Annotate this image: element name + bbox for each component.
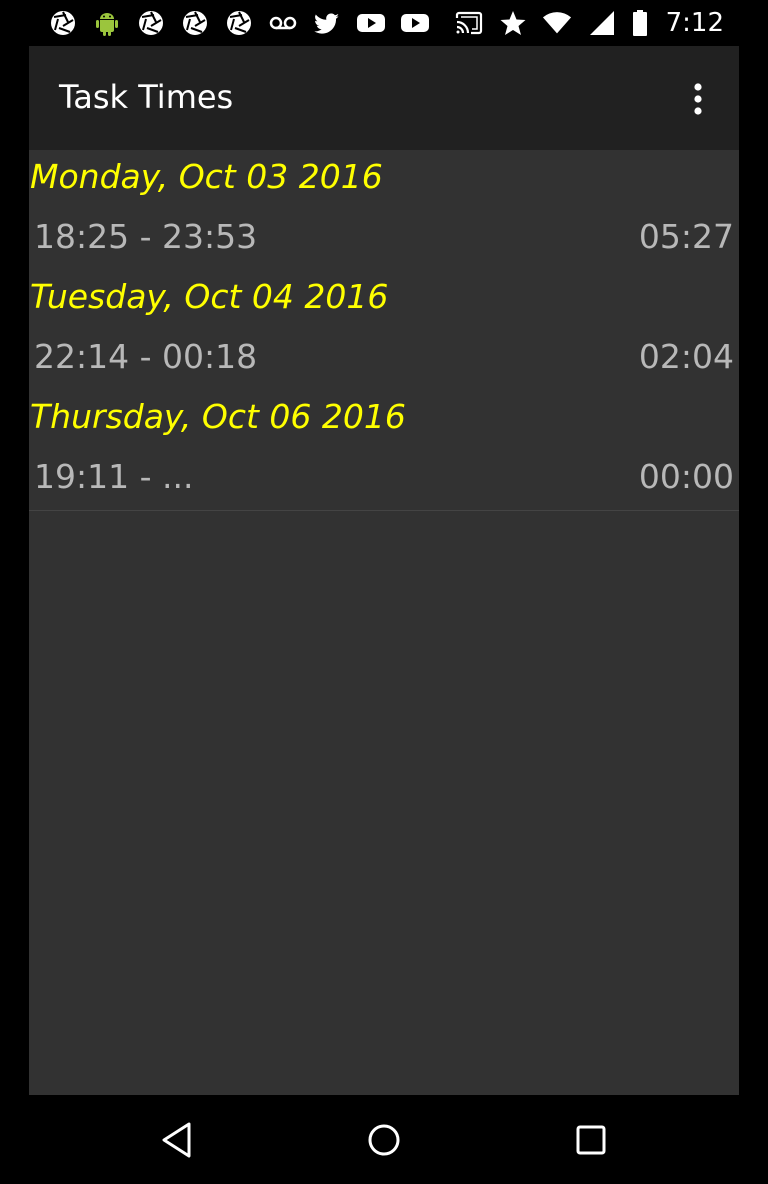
app-toolbar: Task Times <box>29 46 739 150</box>
home-button[interactable] <box>361 1117 407 1163</box>
aperture-icon <box>180 8 210 38</box>
status-clock: 7:12 <box>665 8 724 38</box>
system-nav-bar <box>0 1095 768 1184</box>
app-title: Task Times <box>59 78 234 116</box>
entry-duration: 05:27 <box>638 217 734 256</box>
aperture-icon <box>224 8 254 38</box>
day-header: Monday, Oct 03 2016 <box>30 157 383 196</box>
time-entry-row[interactable]: 19:11 - ... 00:00 <box>29 450 739 510</box>
day-header: Tuesday, Oct 04 2016 <box>30 277 389 316</box>
entry-time-range: 22:14 - 00:18 <box>34 337 258 376</box>
youtube-icon <box>400 8 430 38</box>
recents-button[interactable] <box>568 1117 614 1163</box>
time-entry-row[interactable]: 22:14 - 00:18 02:04 <box>29 330 739 390</box>
aperture-icon <box>48 8 78 38</box>
entry-duration: 00:00 <box>638 457 734 496</box>
task-times-list: Monday, Oct 03 2016 18:25 - 23:53 05:27 … <box>29 150 739 511</box>
day-header: Thursday, Oct 06 2016 <box>30 397 406 436</box>
home-icon <box>368 1124 400 1156</box>
battery-icon <box>630 8 650 38</box>
twitter-icon <box>312 8 342 38</box>
entry-time-range: 19:11 - ... <box>34 457 194 496</box>
aperture-icon <box>136 8 166 38</box>
back-button[interactable] <box>154 1117 200 1163</box>
star-icon <box>498 8 528 38</box>
app-window: Task Times Monday, Oct 03 2016 18:25 - 2… <box>29 46 739 1095</box>
youtube-icon <box>356 8 386 38</box>
time-entry-row[interactable]: 18:25 - 23:53 05:27 <box>29 210 739 270</box>
recents-icon <box>576 1125 606 1155</box>
voicemail-icon <box>268 8 298 38</box>
android-icon <box>92 8 122 38</box>
signal-icon <box>586 8 616 38</box>
cast-icon <box>454 8 484 38</box>
entry-duration: 02:04 <box>638 337 734 376</box>
overflow-menu-button[interactable] <box>677 76 719 122</box>
notification-icons <box>48 8 430 38</box>
system-status-icons: 7:12 <box>454 8 724 38</box>
wifi-icon <box>542 8 572 38</box>
overflow-menu-icon <box>694 83 702 115</box>
back-icon <box>162 1122 191 1158</box>
entry-time-range: 18:25 - 23:53 <box>34 217 258 256</box>
status-bar: 7:12 <box>0 0 768 46</box>
